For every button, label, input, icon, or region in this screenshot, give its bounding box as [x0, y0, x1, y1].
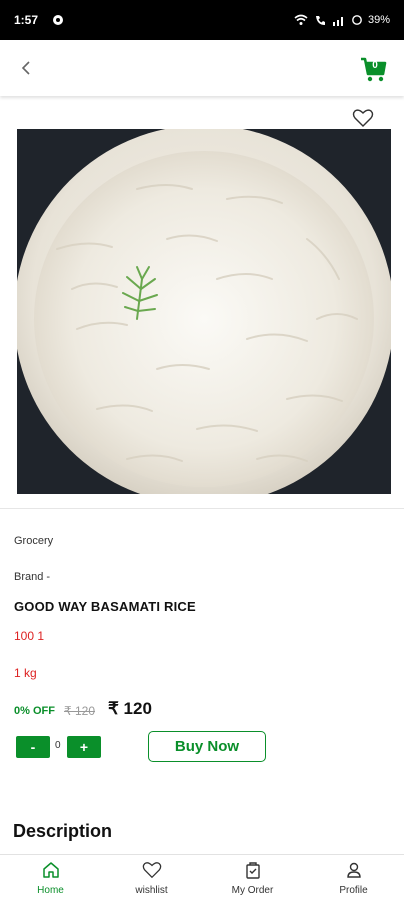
app-bar [0, 40, 404, 96]
user-icon [346, 862, 361, 878]
back-icon[interactable] [16, 58, 36, 78]
product-brand: Brand - [14, 571, 51, 583]
description-heading: Description [13, 821, 113, 841]
battery-level: 39% [367, 14, 390, 26]
heart-icon [142, 862, 161, 879]
battery-icon [352, 15, 362, 25]
wifi-icon [294, 14, 308, 25]
buy-now-button[interactable]: Buy Now [148, 731, 266, 762]
nav-label-wishlist: wishlist [135, 885, 168, 896]
section-divider [0, 508, 404, 509]
original-price: ₹ 120 [64, 704, 95, 718]
nav-item-profile[interactable]: Profile [303, 855, 404, 900]
quantity-decrease-button[interactable]: - [16, 736, 50, 758]
product-category: Grocery [14, 535, 54, 547]
status-time: 1:57 [14, 13, 39, 27]
home-icon [42, 862, 59, 878]
call-icon [315, 16, 325, 25]
wishlist-heart-icon[interactable] [352, 108, 374, 128]
cart-count-badge: 0 [372, 60, 378, 71]
nav-label-my-order: My Order [231, 885, 274, 896]
rice-bowl-illustration [17, 129, 391, 494]
quantity-value: 0 [55, 740, 61, 751]
nav-label-profile: Profile [339, 885, 368, 896]
app-notification-icon [53, 15, 64, 25]
nav-label-home: Home [37, 885, 64, 896]
product-weight: 1 kg [14, 666, 37, 680]
status-bar: 1:57 39% [0, 0, 404, 40]
nav-item-wishlist[interactable]: wishlist [101, 855, 202, 900]
bottom-navigation: Home wishlist My Order Profile [0, 854, 404, 900]
product-image [17, 129, 391, 494]
product-name: GOOD WAY BASAMATI RICE [14, 599, 196, 614]
nav-item-home[interactable]: Home [0, 855, 101, 900]
bag-icon [245, 862, 260, 879]
nav-item-my-order[interactable]: My Order [202, 855, 303, 900]
product-code: 100 1 [14, 629, 45, 643]
signal-icon [332, 17, 343, 26]
sale-price: ₹ 120 [108, 699, 152, 718]
quantity-increase-button[interactable]: + [67, 736, 101, 758]
discount-label: 0% OFF [14, 705, 55, 717]
